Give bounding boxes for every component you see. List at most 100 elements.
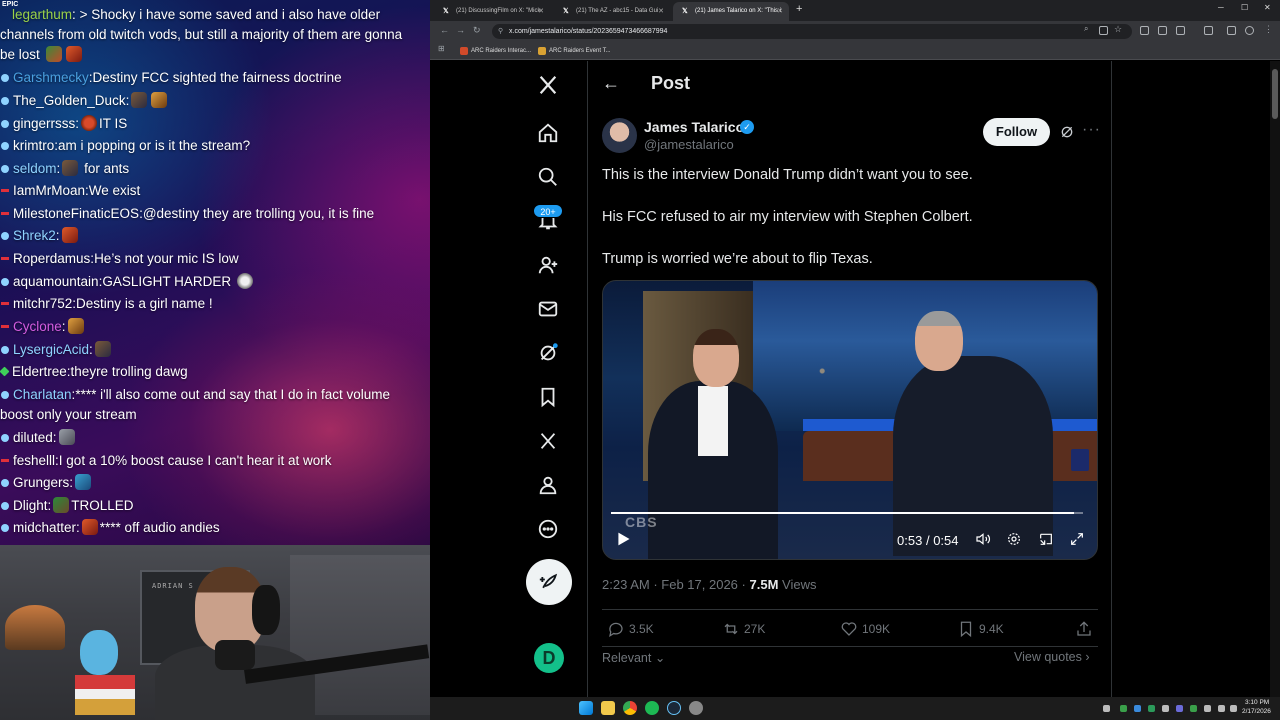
subscriber-badge-icon [1,96,9,105]
grok-icon[interactable] [534,339,562,367]
video-progress-fill [611,512,1074,514]
bookmark-star-icon[interactable]: ☆ [1114,24,1123,34]
messages-icon[interactable] [534,295,562,323]
view-quotes-link[interactable]: View quotes › [1014,650,1090,664]
volume-icon[interactable] [975,531,991,552]
home-icon[interactable] [534,119,562,147]
chat-username: gingerrsss [13,116,76,131]
taskbar-clock-date[interactable]: 2/17/2026 [1242,708,1271,715]
site-info-icon[interactable]: ⚲ [498,24,503,39]
page-title: Post [651,73,691,93]
settings-gear-icon[interactable] [689,701,703,715]
file-explorer-icon[interactable] [601,701,615,715]
chat-text: GASLIGHT HARDER [102,274,232,289]
menu-icon[interactable]: ⋮ [1264,24,1273,35]
reply-button[interactable]: 3.5K [607,620,654,638]
extension-icon[interactable] [1227,26,1236,35]
close-icon[interactable]: ✕ [538,2,544,21]
close-window-icon[interactable]: ✕ [1264,3,1271,12]
profile-icon[interactable] [1245,26,1254,35]
browser-tab[interactable]: 𝕏 (21) The AZ - abc15 - Data Gui ✕ [554,2,670,21]
subscriber-badge-icon [1,231,9,240]
network-icon[interactable] [1218,705,1225,712]
address-bar[interactable]: ⚲ x.com/jamestalarico/status/20236594734… [492,24,1132,39]
tray-icon[interactable] [1162,705,1169,712]
browser-tab[interactable]: 𝕏 (21) DiscussingFilm on X: "Mick ✕ [434,2,550,21]
sort-replies-dropdown[interactable]: Relevant ⌄ [602,650,665,665]
browser-tab-active[interactable]: 𝕏 (21) James Talarico on X: "This i ✕ [673,2,789,21]
close-icon[interactable]: ✕ [777,2,783,21]
new-tab-button[interactable]: + [796,3,802,15]
avatar[interactable] [602,118,637,153]
back-arrow-icon[interactable]: ← [440,25,449,35]
chat-username: The_Golden_Duck [13,93,126,108]
extension-icon[interactable] [1140,26,1149,35]
settings-gear-icon[interactable] [1006,531,1022,552]
repost-button[interactable]: 27K [722,620,765,638]
maximize-icon[interactable]: ☐ [1241,3,1248,12]
bookmark-item[interactable]: ARC Raiders Interac... [460,45,531,57]
tray-icon[interactable] [1148,705,1155,712]
compose-post-button[interactable] [526,559,572,605]
chat-username: Garshmecky [13,70,89,85]
chat-colon: : [72,7,76,22]
video-player[interactable]: CBS 0:53 / 0:54 [602,280,1098,560]
scrollbar[interactable] [1270,61,1280,697]
taskbar-clock-time[interactable]: 3:10 PM [1245,699,1269,706]
tray-icon[interactable] [1204,705,1211,712]
tray-icon[interactable] [1103,705,1110,712]
video-progress-bar[interactable] [611,512,1083,514]
repost-icon [724,623,738,635]
close-icon[interactable]: ✕ [658,2,664,21]
subscriber-badge-icon [1,164,9,173]
back-arrow-icon[interactable]: ← [602,73,620,94]
play-icon[interactable] [615,531,631,552]
tray-icon[interactable] [1134,705,1141,712]
bookmark-item[interactable]: ARC Raiders Event T... [538,45,611,57]
extension-icon[interactable] [1099,26,1108,35]
tray-icon[interactable] [1176,705,1183,712]
forward-arrow-icon[interactable]: → [456,25,465,35]
bookmark-button[interactable]: 9.4K [957,620,1004,638]
extension-logo-icon[interactable]: D [534,643,564,673]
chat-text: Destiny is a girl name ! [76,296,213,311]
follow-button[interactable]: Follow [983,118,1050,146]
scrollbar-thumb[interactable] [1272,69,1278,119]
corner-tag: EPIC [2,1,19,8]
like-button[interactable]: 109K [840,620,890,638]
bookmarks-icon[interactable] [534,383,562,411]
minimize-icon[interactable]: ─ [1218,3,1224,12]
share-button[interactable] [1075,620,1093,638]
post-date[interactable]: Feb 17, 2026 [661,577,738,592]
extension-icon[interactable] [1204,26,1213,35]
premium-x-icon[interactable] [534,427,562,455]
more-options-icon[interactable]: ··· [1082,121,1101,139]
chrome-icon[interactable] [623,701,637,715]
fullscreen-icon[interactable] [1069,531,1085,552]
share-icon [1077,621,1091,636]
volume-icon[interactable] [1230,705,1237,712]
chat-message: Charlatan:**** i'll also come out and sa… [0,387,391,422]
spotify-icon[interactable] [645,701,659,715]
windows-start-icon[interactable] [579,701,593,715]
x-home-logo-icon[interactable] [534,71,562,99]
apps-grid-icon[interactable]: ⊞ [438,44,445,53]
tray-icon[interactable] [1120,705,1127,712]
picture-in-picture-icon[interactable] [1038,531,1054,552]
author-name[interactable]: James Talarico [644,119,744,135]
reload-icon[interactable]: ↻ [473,25,481,36]
tray-icon[interactable] [1190,705,1197,712]
emote-icon [67,318,84,334]
chat-message: Roperdamus:He’s not your mic IS low [0,249,430,269]
extension-icon[interactable] [1176,26,1185,35]
steam-icon[interactable] [667,701,681,715]
more-circle-icon[interactable] [534,515,562,543]
author-handle[interactable]: @jamestalarico [644,137,734,152]
extension-icon[interactable]: ⌕ [1084,24,1093,33]
grok-explain-icon[interactable] [1059,124,1075,140]
post-time[interactable]: 2:23 AM [602,577,650,592]
follow-people-icon[interactable] [534,251,562,279]
search-icon[interactable] [534,163,562,191]
profile-icon[interactable] [534,471,562,499]
extension-icon[interactable] [1158,26,1167,35]
